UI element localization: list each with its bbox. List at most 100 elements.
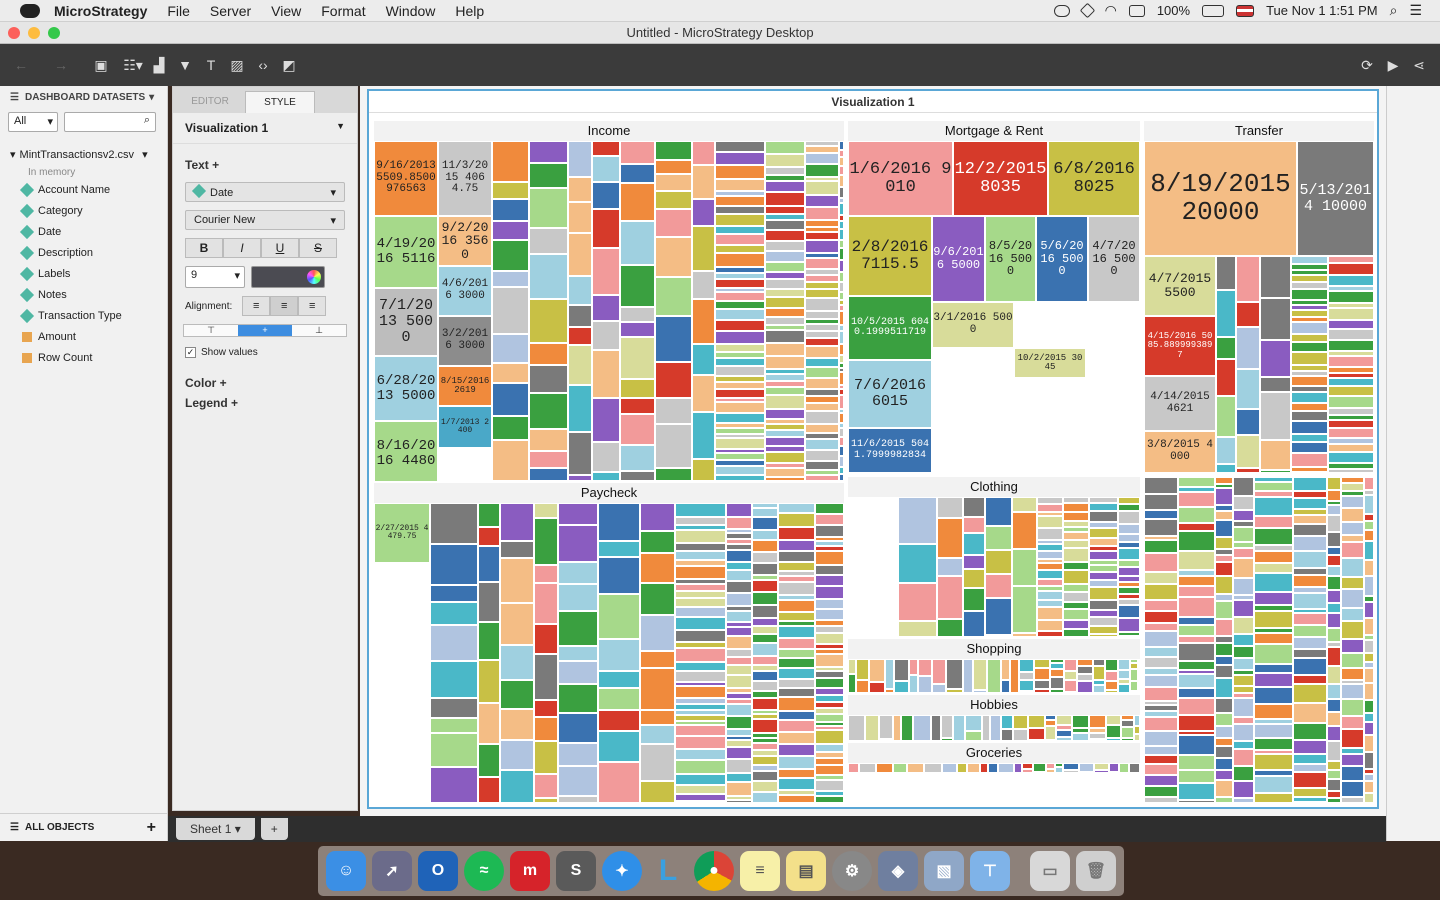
treemap-cell[interactable] [534, 503, 558, 518]
treemap-cell[interactable] [1328, 291, 1374, 303]
treemap-cell[interactable] [492, 383, 529, 416]
treemap-cell[interactable] [839, 331, 844, 344]
treemap-cell[interactable] [1089, 503, 1118, 511]
treemap-cell[interactable] [715, 206, 765, 214]
treemap-cell[interactable] [937, 497, 963, 518]
treemap-cell[interactable]: 3/8/2015 4000 [1144, 431, 1216, 473]
treemap-cell[interactable] [692, 199, 715, 226]
treemap-cell[interactable] [1037, 497, 1063, 504]
treemap-cell[interactable] [879, 715, 893, 739]
treemap-cell[interactable] [1144, 647, 1178, 657]
treemap-cell[interactable] [558, 525, 598, 562]
treemap-cell[interactable] [898, 621, 937, 637]
treemap-cell[interactable] [778, 795, 815, 803]
treemap-cell[interactable] [839, 446, 844, 456]
treemap-cell[interactable] [1254, 497, 1293, 516]
treemap-cell[interactable] [931, 715, 941, 741]
treemap-cell[interactable] [1094, 770, 1109, 773]
treemap-cell[interactable] [839, 428, 844, 437]
treemap-cell[interactable] [1063, 763, 1079, 770]
field-notes[interactable]: Notes [0, 284, 167, 305]
treemap-cell[interactable] [1254, 592, 1293, 605]
treemap-cell[interactable] [1215, 738, 1233, 746]
treemap-cell[interactable] [1144, 755, 1178, 764]
treemap-cell[interactable] [1328, 256, 1374, 263]
treemap-cell[interactable] [675, 584, 726, 591]
treemap-cell[interactable] [1293, 477, 1327, 491]
treemap-cell[interactable] [534, 624, 558, 654]
treemap-cell[interactable] [1138, 668, 1140, 677]
treemap-cell[interactable] [1178, 586, 1215, 597]
treemap-cell[interactable] [1291, 282, 1328, 289]
treemap-cell[interactable] [941, 738, 953, 741]
treemap-cell[interactable] [805, 403, 839, 411]
spotify-icon[interactable]: ≈ [464, 851, 504, 891]
treemap-cell[interactable] [765, 272, 805, 279]
treemap-cell[interactable] [1144, 687, 1178, 701]
treemap-cell[interactable] [1034, 680, 1050, 689]
close-window-button[interactable] [8, 27, 20, 39]
treemap-cell[interactable] [1327, 761, 1341, 770]
treemap-cell[interactable] [1328, 386, 1374, 396]
treemap-cell[interactable] [765, 167, 805, 175]
treemap-cell[interactable]: 4/14/2015 4621 [1144, 376, 1216, 431]
treemap-cell[interactable] [805, 298, 839, 311]
treemap-cell[interactable] [815, 714, 844, 722]
treemap-cell[interactable] [715, 292, 765, 301]
treemap-cell[interactable] [1233, 548, 1254, 558]
treemap-cell[interactable] [1178, 492, 1215, 507]
treemap-cell[interactable] [529, 141, 568, 163]
treemap-cell[interactable] [478, 660, 500, 703]
treemap-cell[interactable] [1341, 589, 1364, 608]
treemap-cell[interactable] [965, 715, 982, 731]
treemap-cell[interactable] [1144, 519, 1178, 536]
treemap-cell[interactable] [675, 617, 726, 630]
treemap-cell[interactable] [963, 497, 985, 517]
virtualbox-icon[interactable]: ◈ [878, 851, 918, 891]
treemap-cell[interactable] [692, 459, 715, 481]
treemap-cell[interactable] [805, 240, 839, 253]
treemap-cell[interactable] [839, 467, 844, 474]
treemap-cell[interactable] [990, 715, 1001, 741]
treemap-cell[interactable] [778, 638, 815, 649]
treemap-cell[interactable] [865, 715, 879, 741]
treemap-cell[interactable] [1012, 586, 1037, 633]
treemap-cell[interactable] [1118, 618, 1140, 632]
save-icon[interactable]: ▣ [88, 52, 114, 78]
treemap-cell[interactable] [568, 475, 592, 481]
preview-icon[interactable]: ▧ [924, 851, 964, 891]
treemap-cell[interactable] [620, 141, 655, 164]
treemap-cell[interactable] [640, 725, 675, 744]
treemap-cell[interactable] [715, 402, 765, 413]
treemap-cell[interactable] [1012, 549, 1037, 586]
treemap-cell[interactable] [430, 661, 478, 698]
treemap-cell[interactable] [620, 445, 655, 471]
treemap-cell[interactable] [815, 609, 844, 620]
treemap-cell[interactable] [1063, 548, 1089, 562]
treemap-cell[interactable] [1034, 659, 1050, 668]
treemap-cell[interactable] [815, 599, 844, 609]
treemap-cell[interactable] [1064, 680, 1077, 692]
treemap-cell[interactable] [620, 183, 655, 221]
treemap-cell[interactable] [715, 179, 765, 191]
treemap-cell[interactable] [1093, 685, 1105, 693]
treemap-cell[interactable] [765, 317, 805, 325]
treemap-cell[interactable] [752, 792, 778, 803]
treemap-cell[interactable] [1089, 565, 1118, 572]
treemap-cell[interactable] [1144, 746, 1178, 755]
treemap-cell[interactable] [715, 453, 765, 460]
treemap-cell[interactable] [675, 591, 726, 598]
treemap-cell[interactable] [529, 254, 568, 299]
treemap-cell[interactable] [1328, 408, 1374, 415]
treemap-cell[interactable] [715, 389, 765, 398]
treemap-cell[interactable] [1033, 763, 1046, 772]
widget-icon[interactable]: ◩ [276, 52, 302, 78]
treemap-cell[interactable] [1034, 689, 1050, 693]
menu-app-name[interactable]: MicroStrategy [54, 3, 147, 19]
treemap-cell[interactable] [765, 374, 805, 381]
treemap-cell[interactable] [726, 729, 752, 736]
treemap-cell[interactable] [998, 763, 1014, 773]
treemap-cell[interactable] [1260, 377, 1291, 392]
treemap-cell[interactable] [805, 207, 839, 220]
treemap-cell[interactable] [752, 643, 778, 656]
